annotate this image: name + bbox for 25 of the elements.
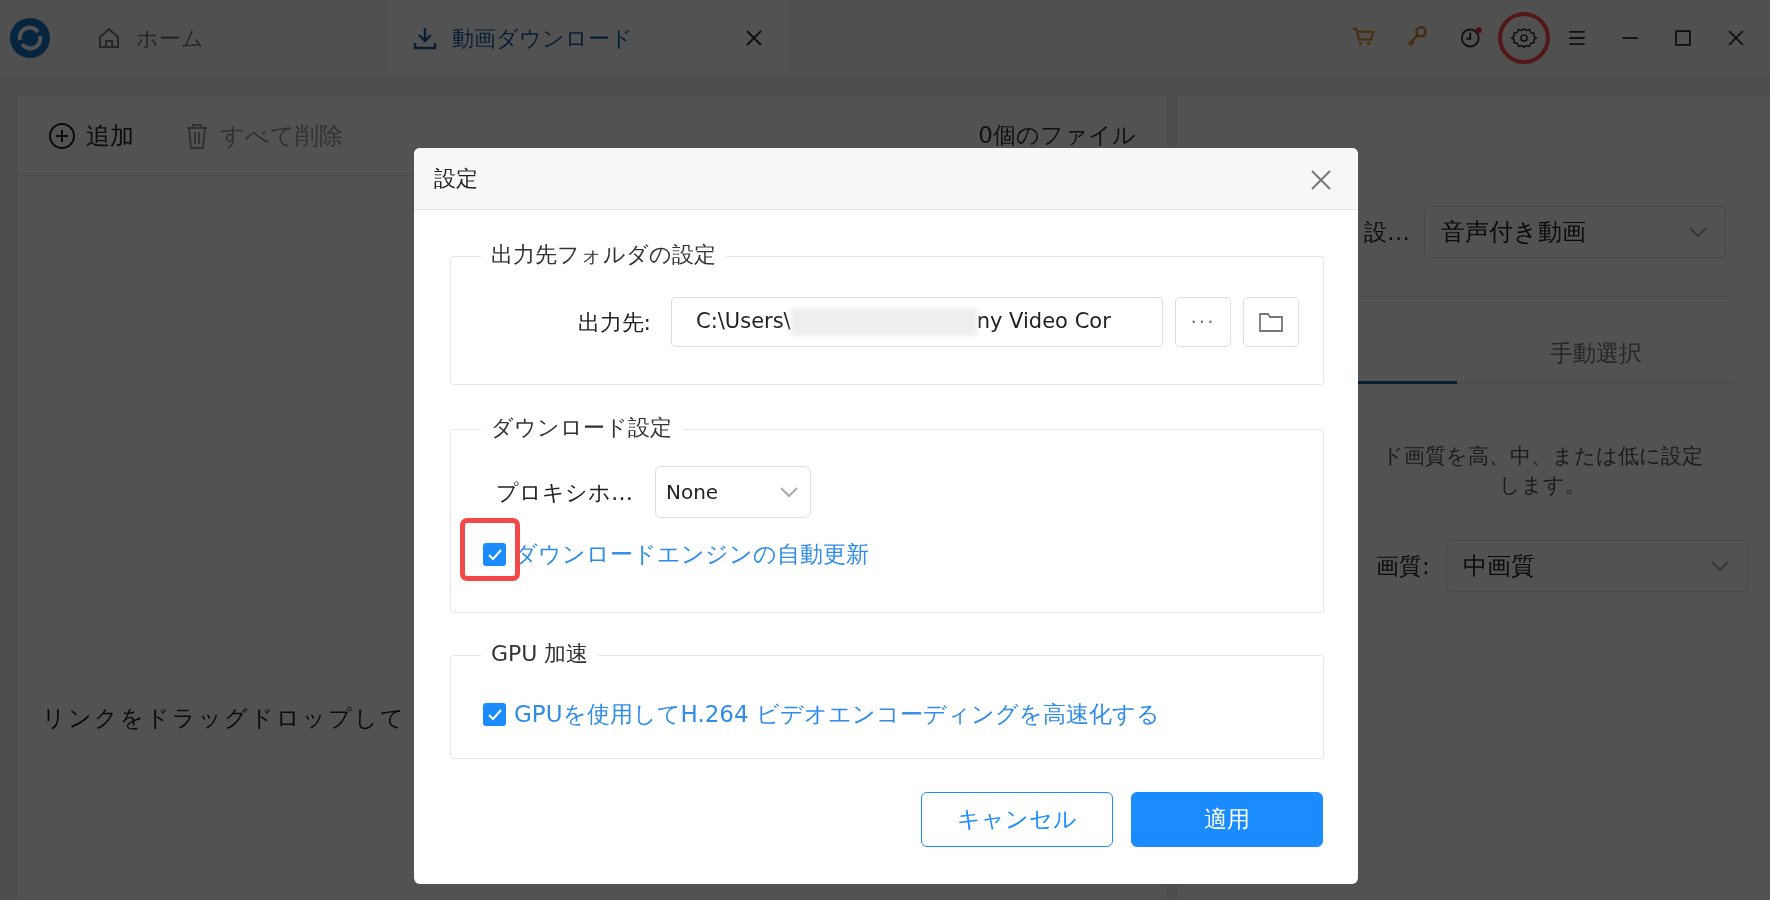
proxy-label: プロキシホ… — [496, 478, 633, 507]
apply-button[interactable]: 適用 — [1131, 792, 1323, 847]
more-button[interactable]: ··· — [1175, 297, 1231, 347]
trash-icon — [184, 121, 210, 150]
quality-select[interactable]: 中画質 — [1445, 540, 1748, 592]
plus-icon — [48, 121, 76, 150]
checkbox[interactable] — [483, 702, 506, 726]
format-label: 設… — [1364, 217, 1410, 247]
close-icon[interactable] — [744, 28, 764, 48]
output-path-field[interactable]: C:\Users\ ny Video Cor — [671, 297, 1163, 347]
drop-hint: リンクをドラッグドロップして — [42, 704, 406, 733]
dialog-title: 設定 — [434, 165, 478, 193]
cancel-button[interactable]: キャンセル — [921, 792, 1113, 847]
home-icon — [96, 25, 122, 51]
app-logo-icon — [8, 16, 52, 60]
checkbox[interactable] — [483, 542, 506, 566]
file-count: 0個のファイル — [978, 121, 1136, 151]
format-select[interactable]: 音声付き動画 — [1424, 206, 1726, 258]
quality-label: 画質: — [1376, 551, 1430, 581]
folder-icon[interactable] — [1258, 311, 1284, 333]
proxy-select[interactable]: None — [655, 466, 811, 518]
output-label: 出力先: — [576, 308, 651, 337]
download-icon — [412, 25, 438, 51]
add-button[interactable]: 追加 — [48, 117, 134, 154]
open-folder-button[interactable] — [1243, 297, 1299, 347]
